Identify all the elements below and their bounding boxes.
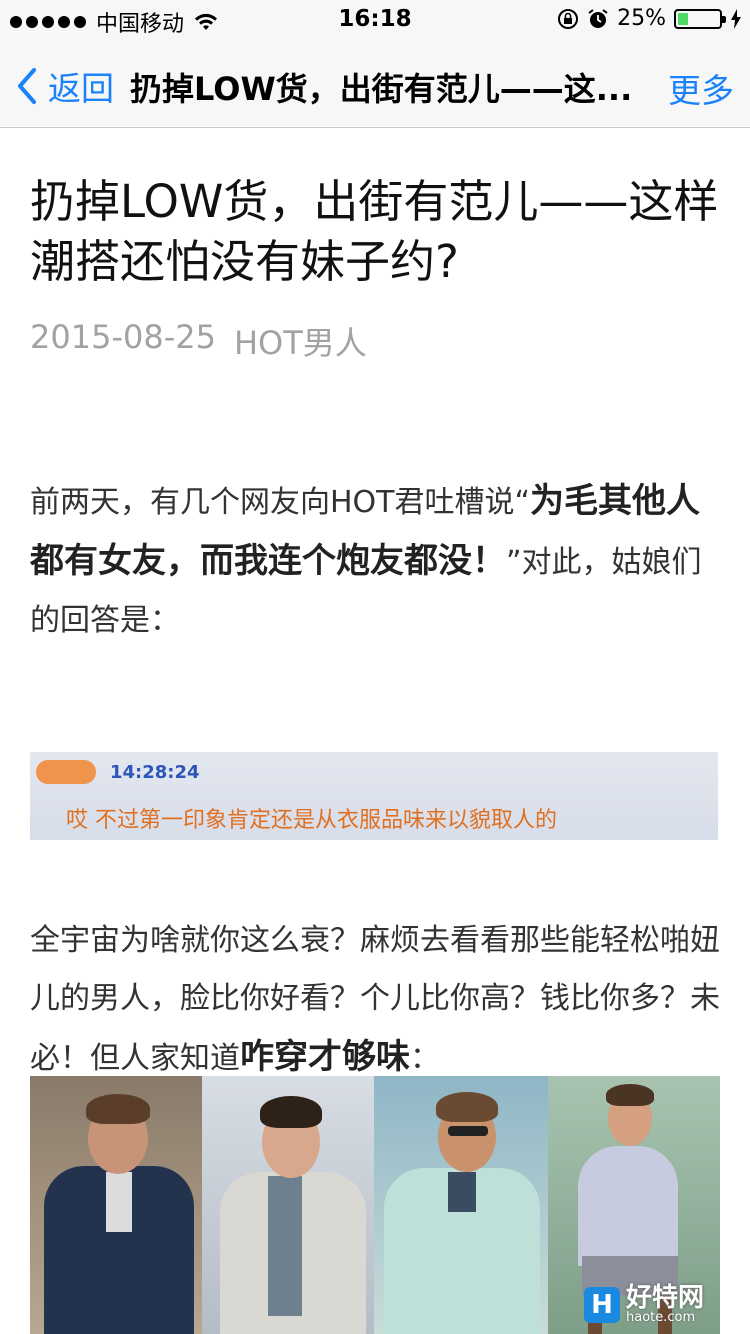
nav-title: 扔掉LOW货，出街有范儿——这...: [130, 70, 633, 108]
back-button[interactable]: 返回: [14, 62, 114, 110]
fashion-photo: H 好特网 haote.com: [30, 1076, 720, 1334]
chat-time: 14:28:24: [110, 762, 200, 783]
status-bar: 中国移动 16:18 25%: [0, 0, 750, 40]
article-date: 2015-08-25: [30, 318, 216, 356]
watermark-text: 好特网 haote.com: [626, 1285, 704, 1324]
watermark-name: 好特网: [625, 1283, 704, 1313]
screen: 中国移动 16:18 25% 返回 扔掉LOW货，出街有范儿——这... 更多 …: [0, 0, 750, 1334]
nav-bar: 返回 扔掉LOW货，出街有范儿——这... 更多: [0, 40, 750, 128]
photo-panel-3: [374, 1076, 548, 1334]
orientation-lock-icon: [558, 8, 579, 29]
redacted-name-blob: [36, 760, 96, 784]
chat-message: 哎 不过第一印象肯定还是从衣服品味来以貌取人的: [66, 808, 557, 833]
article-meta: 2015-08-25 HOT男人: [30, 318, 720, 364]
site-logo-icon: H: [583, 1286, 620, 1323]
paragraph-2: 全宇宙为啥就你这么衰？麻烦去看看那些能轻松啪妞儿的男人，脸比你好看？个儿比你高？…: [30, 912, 720, 1088]
alarm-icon: [588, 8, 608, 28]
bolt-icon: [731, 8, 741, 29]
battery-percent: 25%: [617, 6, 666, 31]
back-label: 返回: [48, 69, 114, 108]
article: 扔掉LOW货，出街有范儿——这样潮搭还怕没有妹子约? 2015-08-25 HO…: [30, 128, 720, 1334]
paragraph-2-after: ：: [410, 1041, 440, 1076]
status-right: 25%: [557, 6, 742, 31]
paragraph-2-emphasis: 咋穿才够味: [240, 1037, 410, 1077]
more-button[interactable]: 更多: [668, 64, 734, 112]
watermark-domain: haote.com: [625, 1310, 696, 1325]
photo-panel-2: [202, 1076, 374, 1334]
article-title: 扔掉LOW货，出街有范儿——这样潮搭还怕没有妹子约?: [30, 175, 719, 288]
paragraph-1-before: 前两天，有几个网友向HOT君吐槽说“: [30, 485, 531, 520]
paragraph-1: 前两天，有几个网友向HOT君吐槽说“为毛其他人都有女友，而我连个炮友都没！”对此…: [30, 472, 720, 650]
site-watermark: H 好特网 haote.com: [583, 1285, 704, 1324]
chat-screenshot-image: 14:28:24 哎 不过第一印象肯定还是从衣服品味来以貌取人的: [30, 752, 718, 840]
photo-panel-1: [30, 1076, 202, 1334]
battery-level-fill: [678, 12, 688, 25]
battery-icon: [674, 8, 726, 29]
article-source[interactable]: HOT男人: [234, 318, 367, 364]
chevron-left-icon: [18, 68, 36, 104]
